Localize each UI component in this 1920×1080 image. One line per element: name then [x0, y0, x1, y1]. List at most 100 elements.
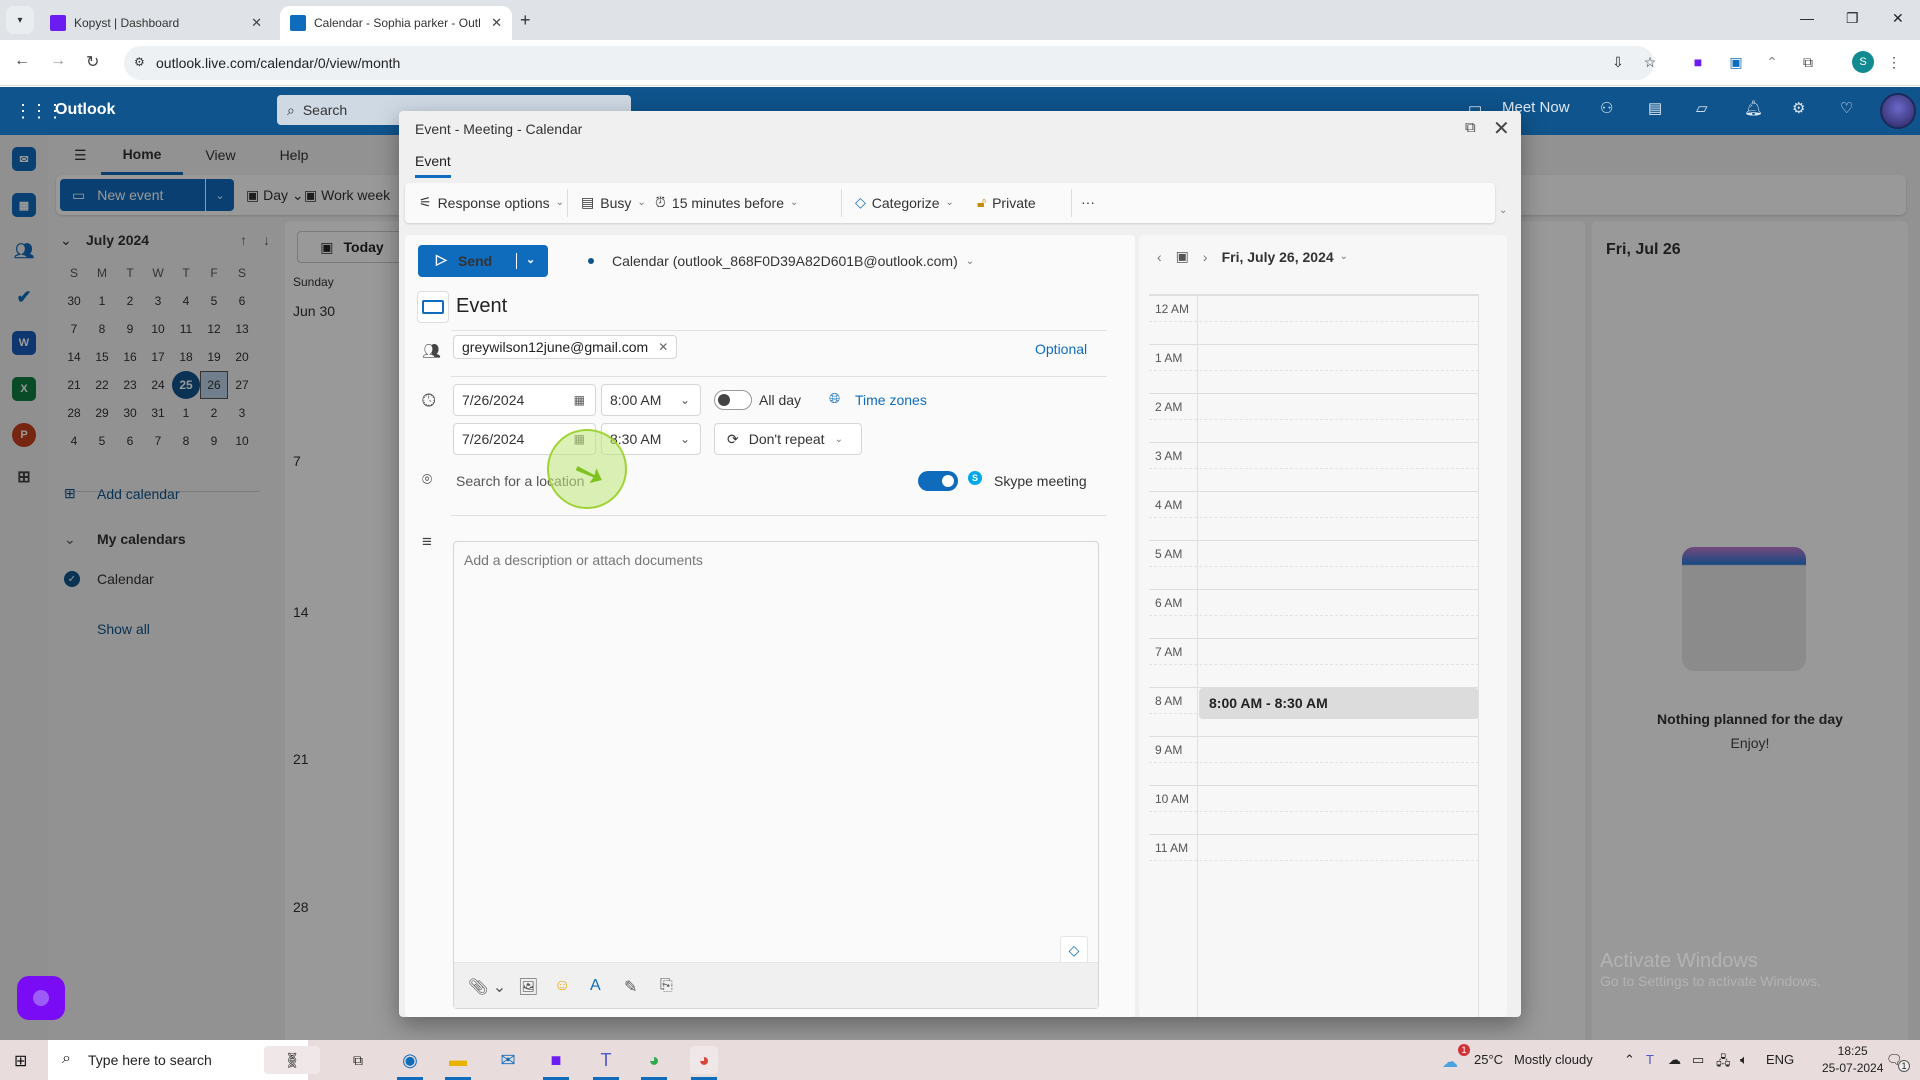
timeline-hour-slot[interactable]: 4 AM: [1149, 491, 1478, 540]
repeat-dropdown[interactable]: ⟳ Don't repeat ⌄: [714, 423, 862, 455]
optional-attendees-link[interactable]: Optional: [1035, 341, 1087, 357]
timeline-hour-slot[interactable]: 6 AM: [1149, 589, 1478, 638]
bookmark-star-icon[interactable]: ☆: [1640, 52, 1660, 72]
next-day-icon[interactable]: ›: [1203, 249, 1208, 265]
loop-component-icon[interactable]: ⎘: [660, 977, 673, 995]
reload-icon[interactable]: ↻: [86, 52, 99, 72]
weather-description[interactable]: Mostly cloudy: [1514, 1052, 1593, 1067]
tab-event[interactable]: Event: [415, 153, 451, 178]
task-view-icon[interactable]: ⧉: [344, 1046, 372, 1074]
response-options-button[interactable]: ⚟ Response options ⌄: [419, 194, 564, 211]
input-language[interactable]: ENG: [1766, 1052, 1794, 1067]
my-day-icon[interactable]: ▱: [1696, 99, 1708, 117]
send-options-chevron-icon[interactable]: ⌄: [526, 253, 535, 266]
timeline-event-block[interactable]: 8:00 AM - 8:30 AM: [1199, 688, 1478, 719]
event-title-icon[interactable]: [417, 291, 449, 323]
extension-arc-icon[interactable]: ⌃: [1762, 52, 1782, 72]
timeline-hour-slot[interactable]: 12 AM: [1149, 295, 1478, 344]
timeline-hour-slot[interactable]: 9 AM: [1149, 736, 1478, 785]
volume-icon[interactable]: 🔈︎: [1740, 1052, 1748, 1068]
onedrive-cloud-icon[interactable]: ☁: [1668, 1052, 1681, 1068]
teams-tray-icon[interactable]: T: [1646, 1052, 1654, 1067]
chevron-down-icon[interactable]: ⌄: [1340, 251, 1348, 262]
attendee-chip[interactable]: greywilson12june@gmail.com ✕: [453, 335, 678, 359]
kopyst-floating-button[interactable]: [17, 976, 65, 1020]
timeline-hour-slot[interactable]: 10 AM: [1149, 785, 1478, 834]
kopyst-app-icon[interactable]: ■: [542, 1046, 570, 1074]
teams-app-icon[interactable]: T: [592, 1046, 620, 1074]
camera-icon[interactable]: ▭: [1692, 1052, 1704, 1068]
add-attendee-icon[interactable]: 👥︎: [422, 342, 441, 360]
calendar-selector[interactable]: Calendar (outlook_868F0D39A82D601B@outlo…: [588, 253, 974, 269]
tab-search-button[interactable]: ▾: [6, 6, 34, 34]
all-day-toggle[interactable]: [714, 390, 752, 410]
chrome-profile-a-icon[interactable]: ◕: [640, 1046, 668, 1074]
timeline-hour-slot[interactable]: 11 AM: [1149, 834, 1478, 883]
new-tab-button[interactable]: +: [520, 10, 531, 31]
kopyst-extension-icon[interactable]: ■: [1688, 52, 1708, 72]
time-zones-link[interactable]: Time zones: [855, 392, 927, 408]
notifications-bell-icon[interactable]: 🔔︎: [1744, 99, 1763, 117]
emoji-icon[interactable]: ☺: [554, 977, 570, 995]
busy-status-button[interactable]: ▤ Busy ⌄: [581, 194, 646, 211]
timeline-hour-slot[interactable]: 1 AM: [1149, 344, 1478, 393]
signature-pen-icon[interactable]: ✎: [624, 977, 637, 997]
timeline-hour-slot[interactable]: 3 AM: [1149, 442, 1478, 491]
event-title-input[interactable]: Event: [456, 295, 507, 318]
network-icon[interactable]: 🖧︎: [1716, 1052, 1731, 1074]
chrome-profile-s-icon[interactable]: ◕: [690, 1046, 718, 1074]
browser-profile-avatar[interactable]: S: [1852, 51, 1874, 73]
system-clock[interactable]: 18:25 25-07-2024: [1822, 1043, 1883, 1077]
collapse-toolbar-icon[interactable]: ⌄: [1499, 205, 1507, 216]
install-app-icon[interactable]: ⇩: [1608, 52, 1628, 72]
timeline-hour-slot[interactable]: 5 AM: [1149, 540, 1478, 589]
close-dialog-icon[interactable]: ✕: [1493, 116, 1510, 141]
weather-temperature[interactable]: 25°C: [1474, 1052, 1503, 1067]
weather-cloud-icon[interactable]: ☁: [1442, 1052, 1458, 1072]
forward-icon[interactable]: →: [50, 52, 66, 70]
teams-icon[interactable]: ⚇: [1600, 99, 1613, 117]
timeline-hour-slot[interactable]: 2 AM: [1149, 393, 1478, 442]
url-bar[interactable]: ⚙ outlook.live.com/calendar/0/view/month: [124, 46, 1654, 80]
private-button[interactable]: 🔓︎ Private: [977, 194, 1036, 211]
close-window-icon[interactable]: ✕: [1892, 10, 1904, 27]
onenote-icon[interactable]: ▤: [1648, 99, 1662, 117]
close-tab-icon[interactable]: ✕: [491, 15, 502, 31]
browser-menu-icon[interactable]: ⋮: [1884, 52, 1904, 72]
show-hidden-icons-chevron[interactable]: ⌃: [1624, 1052, 1635, 1068]
go-to-today-icon[interactable]: ▣: [1176, 248, 1189, 265]
send-button[interactable]: ▷ Send ⌄: [418, 245, 548, 277]
attach-paperclip-icon[interactable]: 📎︎ ⌄: [468, 977, 506, 997]
file-explorer-icon[interactable]: ▬: [444, 1046, 472, 1074]
minimize-icon[interactable]: —: [1800, 10, 1814, 26]
timeline-date[interactable]: Fri, July 26, 2024: [1222, 249, 1334, 265]
browser-tab-calendar[interactable]: Calendar - Sophia parker - Outl ✕: [280, 6, 512, 40]
mail-app-icon[interactable]: ✉: [494, 1046, 522, 1074]
timeline-hour-slot[interactable]: 7 AM: [1149, 638, 1478, 687]
tips-lightbulb-icon[interactable]: ♡: [1840, 99, 1853, 117]
categorize-button[interactable]: ◇ Categorize ⌄: [855, 194, 954, 211]
description-editor[interactable]: Add a description or attach documents ◇ …: [453, 541, 1099, 1009]
restore-icon[interactable]: ❐: [1846, 10, 1859, 27]
back-icon[interactable]: ←: [14, 52, 30, 70]
reminder-button[interactable]: ⏰︎ 15 minutes before ⌄: [655, 194, 798, 211]
edge-icon[interactable]: ◉: [396, 1046, 424, 1074]
pop-out-icon[interactable]: ⧉: [1465, 119, 1476, 136]
start-date-field[interactable]: 7/26/2024 ▦: [453, 384, 596, 416]
more-options-button[interactable]: ···: [1081, 194, 1095, 210]
settings-gear-icon[interactable]: ⚙: [1792, 99, 1805, 117]
extension-icon[interactable]: ▣: [1726, 52, 1746, 72]
skype-meeting-toggle[interactable]: [918, 471, 958, 491]
editor-premium-diamond-icon[interactable]: ◇: [1060, 936, 1088, 964]
account-avatar[interactable]: [1880, 93, 1916, 129]
close-tab-icon[interactable]: ✕: [251, 15, 262, 31]
previous-day-icon[interactable]: ‹: [1157, 249, 1162, 265]
format-text-icon[interactable]: A: [590, 977, 601, 995]
site-settings-icon[interactable]: ⚙: [134, 55, 145, 69]
insert-picture-icon[interactable]: 🖼︎: [518, 977, 538, 997]
browser-tab-kopyst[interactable]: Kopyst | Dashboard ✕: [40, 6, 272, 40]
calendar-picker-icon[interactable]: ▦: [574, 393, 585, 407]
extensions-puzzle-icon[interactable]: ⧉: [1798, 52, 1818, 72]
windows-start-icon[interactable]: ⊞: [14, 1051, 27, 1071]
remove-attendee-icon[interactable]: ✕: [658, 340, 668, 354]
